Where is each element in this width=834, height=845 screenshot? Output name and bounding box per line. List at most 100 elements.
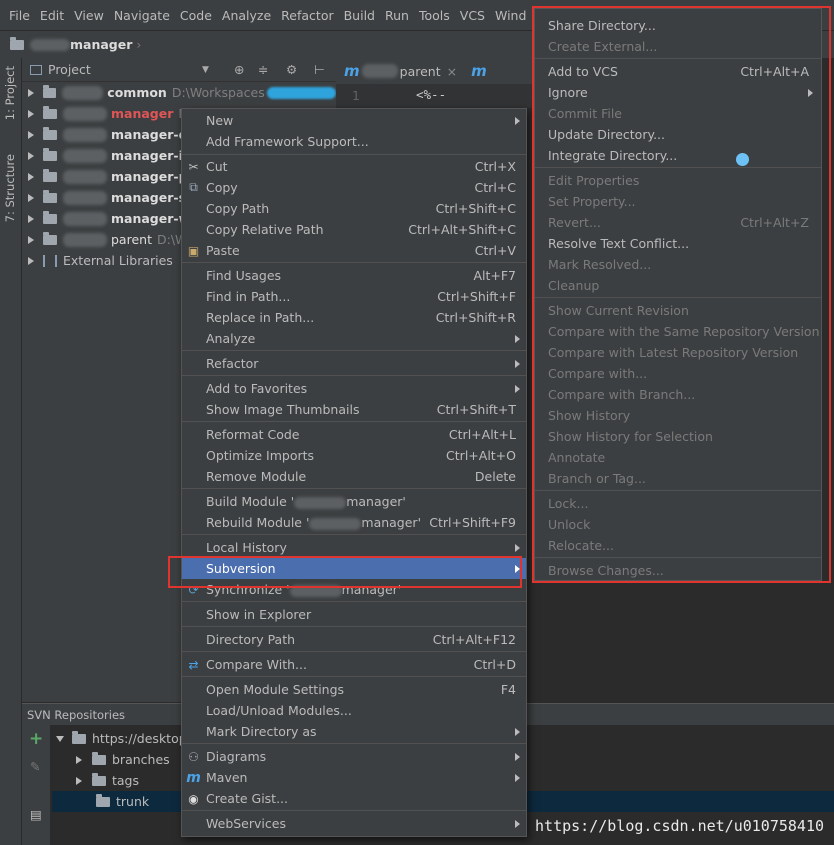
svn-tree-branches[interactable]: branches — [74, 749, 170, 770]
watermark: https://blog.csdn.net/u010758410 — [535, 817, 824, 835]
svn-root-url: https://desktop — [92, 731, 187, 746]
menu-item-copy-relative-path[interactable]: Copy Relative Path Ctrl+Alt+Shift+C — [182, 219, 526, 240]
menu-item-remove-module[interactable]: Remove Module Delete — [182, 466, 526, 487]
menu-view[interactable]: View — [69, 8, 109, 23]
editor-tab-second[interactable]: m — [471, 62, 487, 80]
menu-item-reformat-code[interactable]: Reformat Code Ctrl+Alt+L — [182, 424, 526, 445]
module-folder-icon — [43, 105, 57, 119]
collapse-arrow-icon[interactable] — [56, 735, 64, 742]
menu-navigate[interactable]: Navigate — [109, 8, 175, 23]
menu-item-directory-path[interactable]: Directory Path Ctrl+Alt+F12 — [182, 629, 526, 650]
menu-item-local-history[interactable]: Local History — [182, 537, 526, 558]
expand-arrow-icon[interactable] — [28, 109, 34, 118]
menu-analyze[interactable]: Analyze — [217, 8, 276, 23]
menu-file[interactable]: File — [4, 8, 35, 23]
menu-item-build-module[interactable]: Build Module ' manager' — [182, 491, 526, 512]
menu-item-refactor[interactable]: Refactor — [182, 353, 526, 374]
svn-toolbar: + ✎ ▤ — [22, 725, 50, 845]
expand-arrow-icon[interactable] — [28, 214, 34, 223]
expand-arrow-icon[interactable] — [28, 235, 34, 244]
module-folder-icon — [43, 126, 57, 140]
tree-row[interactable]: common D:\Workspaces — [22, 82, 336, 103]
menu-item-show-in-explorer[interactable]: Show in Explorer — [182, 604, 526, 625]
menu-run[interactable]: Run — [380, 8, 414, 23]
menu-item-find-usages[interactable]: Find Usages Alt+F7 — [182, 265, 526, 286]
project-view-title[interactable]: Project — [48, 62, 91, 77]
module-name: common — [107, 85, 167, 100]
tab-structure[interactable]: 7: Structure — [3, 154, 17, 222]
menu-item-maven[interactable]: m Maven — [182, 767, 526, 788]
project-icon — [30, 64, 42, 75]
submenu-arrow-icon — [515, 727, 520, 736]
module-folder-icon — [43, 84, 57, 98]
expand-arrow-icon[interactable] — [28, 130, 34, 139]
menu-item-diagrams[interactable]: ⚇ Diagrams — [182, 746, 526, 767]
menu-item-compare-with[interactable]: ⇄ Compare With... Ctrl+D — [182, 654, 526, 675]
menu-refactor[interactable]: Refactor — [276, 8, 338, 23]
dropdown-icon[interactable]: ▼ — [202, 65, 209, 75]
menu-item-copy-path[interactable]: Copy Path Ctrl+Shift+C — [182, 198, 526, 219]
menu-item-webservices[interactable]: WebServices — [182, 813, 526, 834]
expand-arrow-icon[interactable] — [76, 755, 82, 764]
menu-item-cut[interactable]: ✂ Cut Ctrl+X — [182, 156, 526, 177]
code-line[interactable]: <%-- — [416, 87, 446, 102]
expand-arrow-icon[interactable] — [28, 172, 34, 181]
menu-code[interactable]: Code — [175, 8, 217, 23]
module-folder-icon — [43, 147, 57, 161]
svn-panel-title: SVN Repositories — [27, 707, 126, 722]
gear-icon[interactable]: ⚙ — [286, 62, 297, 77]
diagram-icon: ⚇ — [188, 749, 199, 764]
submenu-arrow-icon — [515, 752, 520, 761]
svn-tree-tags[interactable]: tags — [74, 770, 139, 791]
menu-separator — [182, 262, 526, 263]
redacted-text — [63, 169, 107, 184]
library-icon — [43, 254, 57, 267]
menu-item-new[interactable]: New — [182, 110, 526, 131]
target-icon[interactable]: ⊕ — [234, 62, 244, 77]
expand-arrow-icon[interactable] — [28, 88, 34, 97]
menu-item-create-gist[interactable]: ◉ Create Gist... — [182, 788, 526, 809]
menu-item-replace-in-path[interactable]: Replace in Path... Ctrl+Shift+R — [182, 307, 526, 328]
github-icon: ◉ — [188, 791, 199, 806]
editor-tab-parent[interactable]: parent — [400, 64, 441, 79]
folder-icon — [10, 36, 24, 50]
menu-tools[interactable]: Tools — [414, 8, 455, 23]
menu-separator — [182, 421, 526, 422]
context-menu: New Add Framework Support... ✂ Cut Ctrl+X … — [181, 108, 527, 837]
svn-tree-root[interactable]: https://desktop — [56, 728, 187, 749]
add-icon[interactable]: + — [29, 729, 43, 749]
collapse-icon[interactable]: ≑ — [258, 62, 268, 77]
menu-item-load-unload-modules[interactable]: Load/Unload Modules... — [182, 700, 526, 721]
folder-icon — [96, 793, 110, 807]
close-icon[interactable]: × — [447, 64, 457, 79]
menu-item-analyze[interactable]: Analyze — [182, 328, 526, 349]
edit-icon[interactable]: ✎ — [30, 759, 40, 774]
menu-item-show-thumbnails[interactable]: Show Image Thumbnails Ctrl+Shift+T — [182, 399, 526, 420]
menu-item-add-to-favorites[interactable]: Add to Favorites — [182, 378, 526, 399]
submenu-arrow-icon — [515, 334, 520, 343]
expand-arrow-icon[interactable] — [28, 193, 34, 202]
menu-window[interactable]: Wind — [490, 8, 531, 23]
menu-edit[interactable]: Edit — [35, 8, 69, 23]
svn-branches-label: branches — [112, 752, 170, 767]
maven-icon: m — [344, 62, 360, 80]
tab-project[interactable]: 1: Project — [3, 66, 17, 120]
menu-item-mark-directory-as[interactable]: Mark Directory as — [182, 721, 526, 742]
document-icon[interactable]: ▤ — [30, 807, 42, 822]
expand-arrow-icon[interactable] — [28, 151, 34, 160]
menu-item-rebuild-module[interactable]: Rebuild Module ' manager' Ctrl+Shift+F9 — [182, 512, 526, 533]
menu-vcs[interactable]: VCS — [455, 8, 490, 23]
menu-separator — [182, 743, 526, 744]
menu-item-open-module-settings[interactable]: Open Module Settings F4 — [182, 679, 526, 700]
menu-item-paste[interactable]: ▣ Paste Ctrl+V — [182, 240, 526, 261]
clipboard-icon: ▣ — [187, 243, 200, 258]
expand-arrow-icon[interactable] — [76, 776, 82, 785]
menu-build[interactable]: Build — [339, 8, 380, 23]
menu-item-copy[interactable]: ⧉ Copy Ctrl+C — [182, 177, 526, 198]
menu-item-add-framework[interactable]: Add Framework Support... — [182, 131, 526, 152]
expand-arrow-icon[interactable] — [28, 256, 34, 265]
breadcrumb-module[interactable]: manager — [70, 37, 132, 52]
menu-item-optimize-imports[interactable]: Optimize Imports Ctrl+Alt+O — [182, 445, 526, 466]
menu-item-find-in-path[interactable]: Find in Path... Ctrl+Shift+F — [182, 286, 526, 307]
hide-icon[interactable]: ⊢ — [314, 62, 325, 77]
